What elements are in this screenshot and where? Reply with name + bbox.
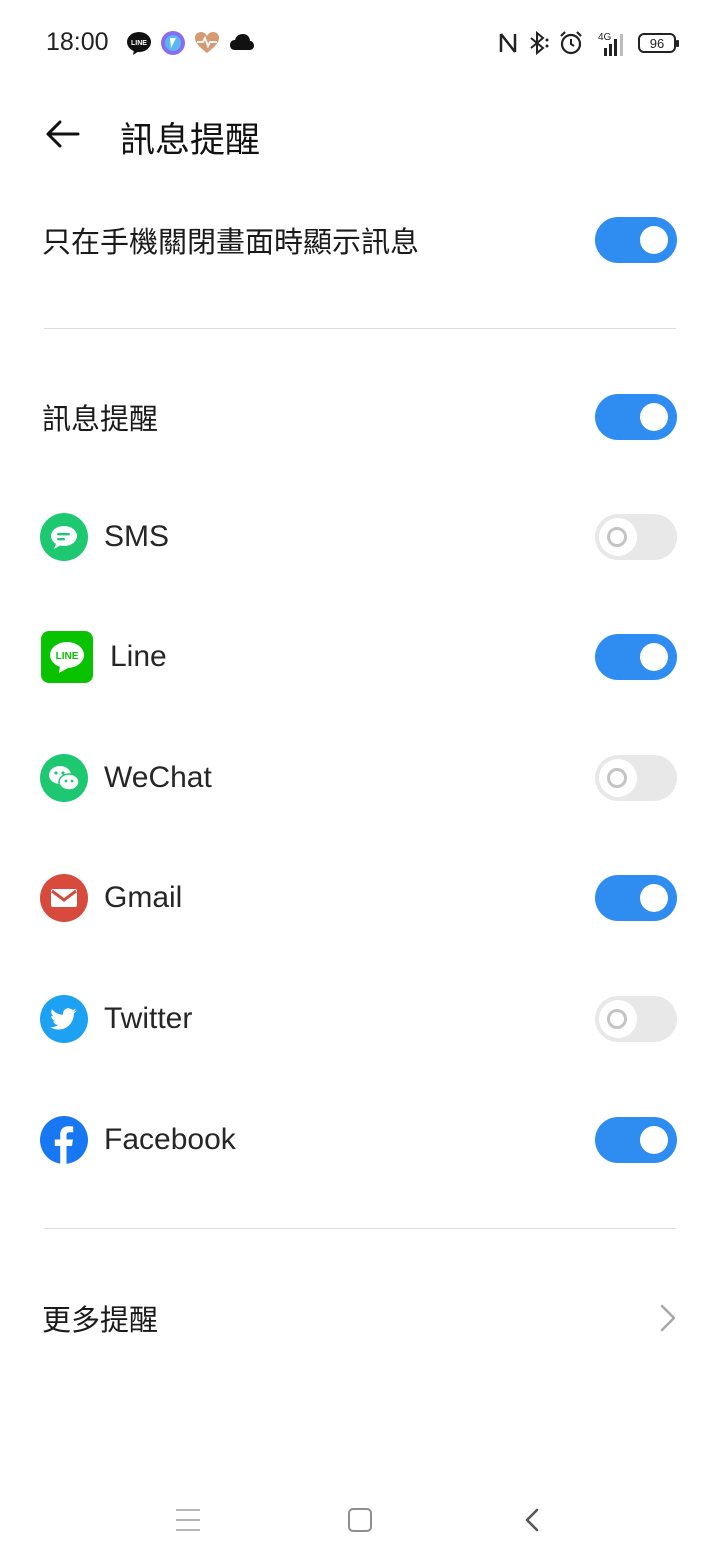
menu-icon (176, 1509, 200, 1531)
line-icon: LINE (41, 631, 93, 683)
message-reminder-label: 訊息提醒 (42, 402, 159, 436)
network-label: 4G (598, 32, 612, 43)
status-bar: 18:00 LINE 4G 96 (0, 0, 720, 88)
screen-off-only-toggle[interactable] (595, 217, 677, 263)
battery-level: 96 (649, 35, 665, 51)
chevron-left-icon (525, 1508, 539, 1532)
app-row-gmail[interactable]: Gmail (0, 843, 720, 953)
app-row-line[interactable]: LINE Line (0, 602, 720, 712)
app-name: Gmail (104, 881, 183, 914)
heart-rate-icon (195, 32, 219, 53)
alarm-icon (560, 31, 582, 55)
more-reminders-label: 更多提醒 (42, 1303, 159, 1337)
app-row-wechat[interactable]: WeChat (0, 723, 720, 833)
bluetooth-icon (530, 30, 549, 56)
wechat-icon (40, 754, 88, 802)
svg-text:LINE: LINE (131, 40, 147, 47)
message-reminder-toggle[interactable] (595, 394, 677, 440)
status-time: 18:00 (46, 28, 109, 56)
wechat-toggle[interactable] (595, 755, 677, 801)
page-title: 訊息提醒 (120, 121, 261, 161)
signal-4g-icon: 4G (598, 32, 623, 56)
app-name: SMS (104, 520, 170, 553)
sms-icon (40, 513, 88, 561)
back-nav-button[interactable] (512, 1500, 552, 1540)
divider (44, 1228, 676, 1229)
menu-button[interactable] (168, 1500, 208, 1540)
home-button[interactable] (340, 1500, 380, 1540)
app-name: Twitter (104, 1002, 193, 1035)
app-icon (161, 31, 185, 55)
app-name: WeChat (104, 761, 212, 794)
screen-off-only-row[interactable]: 只在手機關閉畫面時顯示訊息 (0, 185, 720, 295)
gmail-icon (40, 874, 88, 922)
back-button[interactable] (38, 112, 86, 156)
app-row-sms[interactable]: SMS (0, 482, 720, 592)
twitter-toggle[interactable] (595, 996, 677, 1042)
app-name: Line (110, 640, 167, 673)
divider (44, 328, 676, 329)
app-name: Facebook (104, 1123, 236, 1156)
arrow-left-icon (46, 120, 80, 148)
facebook-icon (40, 1116, 88, 1164)
message-reminder-row[interactable]: 訊息提醒 (0, 362, 720, 472)
sms-toggle[interactable] (595, 514, 677, 560)
home-icon (348, 1508, 372, 1532)
more-reminders-row[interactable]: 更多提醒 (0, 1263, 720, 1373)
line-icon: LINE (127, 32, 151, 55)
cloud-icon (230, 34, 254, 50)
app-row-twitter[interactable]: Twitter (0, 964, 720, 1074)
svg-text:LINE: LINE (56, 651, 79, 662)
facebook-toggle[interactable] (595, 1117, 677, 1163)
nfc-icon (499, 33, 517, 53)
gmail-toggle[interactable] (595, 875, 677, 921)
app-row-facebook[interactable]: Facebook (0, 1085, 720, 1195)
line-toggle[interactable] (595, 634, 677, 680)
chevron-right-icon (660, 1304, 676, 1332)
battery-icon: 96 (638, 33, 679, 53)
twitter-icon (40, 995, 88, 1043)
navigation-bar (0, 1480, 720, 1560)
screen-off-only-label: 只在手機關閉畫面時顯示訊息 (42, 225, 420, 259)
